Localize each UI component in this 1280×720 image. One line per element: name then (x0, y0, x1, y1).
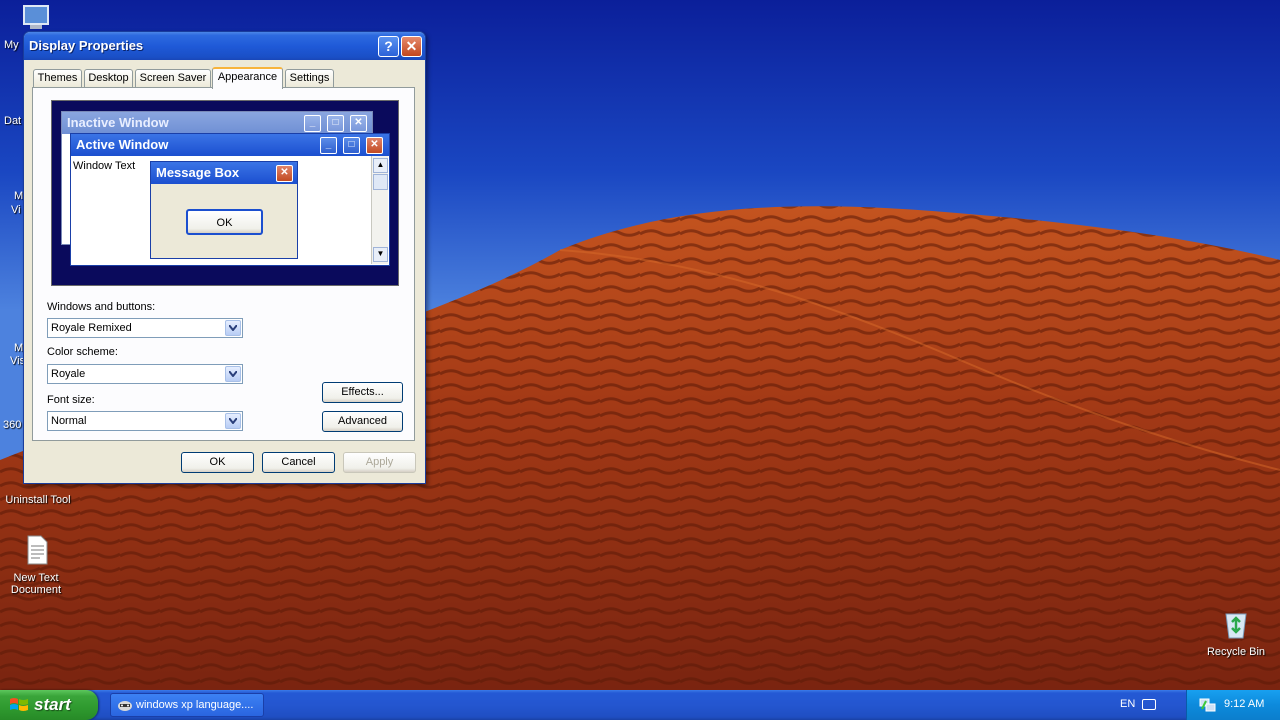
taskbar-item-label: windows xp language.... (136, 699, 254, 711)
start-button[interactable]: start (0, 690, 98, 720)
scroll-thumb (373, 174, 388, 190)
tab-settings[interactable]: Settings (285, 69, 334, 87)
computer-icon[interactable] (20, 2, 54, 32)
window-titlebar[interactable]: Display Properties ? ✕ (24, 32, 425, 60)
scroll-up-icon: ▲ (373, 158, 388, 173)
desktop-icon-new-text-document[interactable]: New Text Document (0, 534, 74, 596)
windows-and-buttons-select[interactable]: Royale Remixed (47, 318, 243, 338)
color-scheme-label: Color scheme: (47, 346, 118, 358)
language-indicator[interactable]: EN (1120, 698, 1135, 710)
preview-scrollbar: ▲ ▼ (371, 156, 388, 264)
recycle-bin-icon (1225, 613, 1247, 639)
tab-themes[interactable]: Themes (33, 69, 82, 87)
advanced-button[interactable]: Advanced (322, 411, 403, 432)
windows-and-buttons-label: Windows and buttons: (47, 301, 156, 313)
desktop-label-partial[interactable]: 360 (3, 419, 21, 431)
apply-button[interactable]: Apply (343, 452, 416, 473)
minimize-icon: _ (304, 115, 321, 132)
display-properties-window: Display Properties ? ✕ Themes Desktop Sc… (23, 31, 426, 484)
preview-message-box: Message Box ✕ OK (150, 161, 298, 259)
close-button[interactable]: ✕ (401, 36, 422, 57)
maximize-icon: □ (327, 115, 344, 132)
close-icon: ✕ (350, 115, 367, 132)
close-icon: ✕ (276, 165, 293, 182)
raccoon-browser-icon (118, 701, 132, 711)
chevron-down-icon[interactable] (225, 366, 241, 382)
clock[interactable]: 9:12 AM (1224, 698, 1264, 710)
desktop-label-partial[interactable]: Dat (4, 115, 21, 127)
preview-ok-button: OK (186, 209, 263, 235)
taskbar: start windows xp language.... EN 9:12 AM (0, 690, 1280, 720)
windows-flag-icon (10, 698, 28, 711)
color-scheme-value: Royale (51, 368, 86, 380)
scroll-down-icon: ▼ (373, 247, 388, 262)
chevron-down-icon[interactable] (225, 320, 241, 336)
desktop-icon-recycle-bin[interactable]: Recycle Bin (1198, 608, 1274, 658)
tab-appearance[interactable]: Appearance (212, 67, 283, 89)
desktop-label-partial[interactable]: Vi (11, 204, 21, 216)
desktop-icon-uninstall-tool[interactable]: Uninstall Tool (0, 494, 76, 506)
window-title: Display Properties (29, 38, 144, 53)
ok-button[interactable]: OK (181, 452, 254, 473)
preview-active-title: Active Window (71, 134, 389, 156)
desktop-label-partial[interactable]: M (14, 342, 23, 354)
tab-screen-saver[interactable]: Screen Saver (135, 69, 211, 87)
uninstall-tool-label: Uninstall Tool (5, 494, 71, 506)
keyboard-icon[interactable] (1142, 699, 1156, 710)
new-text-document-label: New Text Document (10, 572, 62, 596)
start-label: start (34, 695, 71, 714)
font-size-select[interactable]: Normal (47, 411, 243, 431)
network-icon[interactable] (1199, 697, 1217, 713)
help-button[interactable]: ? (378, 36, 399, 57)
text-document-icon (27, 535, 48, 565)
cancel-button[interactable]: Cancel (262, 452, 335, 473)
desktop-label-partial[interactable]: M (14, 190, 23, 202)
preview-window-text: Window Text (73, 160, 136, 172)
minimize-icon: _ (320, 137, 337, 154)
tab-desktop[interactable]: Desktop (84, 69, 133, 87)
preview-inactive-title: Inactive Window (62, 112, 372, 134)
desktop-label-partial[interactable]: My (4, 39, 19, 51)
appearance-preview: Inactive Window _ □ ✕ Active Window _ □ … (51, 100, 399, 286)
appearance-panel: Inactive Window _ □ ✕ Active Window _ □ … (32, 87, 415, 441)
recycle-bin-label: Recycle Bin (1206, 646, 1266, 658)
maximize-icon: □ (343, 137, 360, 154)
font-size-label: Font size: (47, 394, 95, 406)
close-icon: ✕ (366, 137, 383, 154)
taskbar-item-browser[interactable]: windows xp language.... (110, 693, 264, 717)
font-size-value: Normal (51, 415, 87, 427)
windows-and-buttons-value: Royale Remixed (51, 322, 132, 334)
system-tray: 9:12 AM (1186, 690, 1280, 720)
effects-button[interactable]: Effects... (322, 382, 403, 403)
chevron-down-icon[interactable] (225, 413, 241, 429)
color-scheme-select[interactable]: Royale (47, 364, 243, 384)
